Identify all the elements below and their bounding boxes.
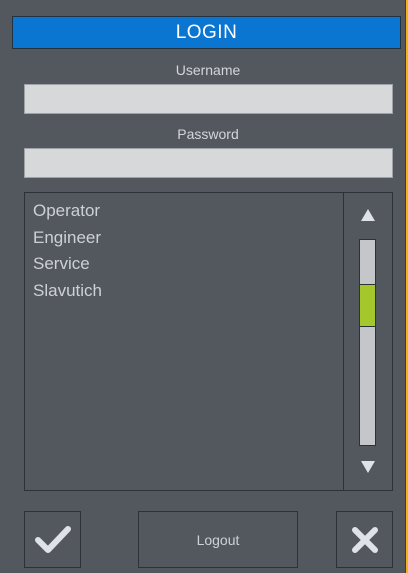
login-dialog: LOGIN Username Password Operator Enginee… xyxy=(0,0,406,573)
logout-button[interactable]: Logout xyxy=(138,511,298,568)
scrollbar xyxy=(343,193,392,490)
username-input[interactable] xyxy=(24,84,393,114)
triangle-up-icon xyxy=(361,209,375,221)
username-label: Username xyxy=(175,62,241,78)
password-label: Password xyxy=(177,126,239,142)
checkmark-icon xyxy=(34,525,71,553)
list-item[interactable]: Engineer xyxy=(25,225,343,252)
user-list: Operator Engineer Service Slavutich xyxy=(24,192,393,491)
list-item[interactable]: Service xyxy=(25,251,343,278)
password-input[interactable] xyxy=(24,148,393,178)
dialog-title: LOGIN xyxy=(175,21,238,43)
title-bar: LOGIN xyxy=(12,16,401,49)
list-item[interactable]: Operator xyxy=(25,198,343,225)
user-list-items: Operator Engineer Service Slavutich xyxy=(25,193,343,490)
scroll-track[interactable] xyxy=(359,239,376,446)
scroll-thumb[interactable] xyxy=(360,284,375,327)
scroll-up-button[interactable] xyxy=(344,203,392,227)
cancel-button[interactable] xyxy=(336,511,393,568)
list-item[interactable]: Slavutich xyxy=(25,278,343,305)
confirm-button[interactable] xyxy=(24,511,81,568)
logout-label: Logout xyxy=(196,531,240,548)
close-icon xyxy=(351,526,378,553)
scroll-down-button[interactable] xyxy=(344,455,392,479)
triangle-down-icon xyxy=(361,461,375,473)
